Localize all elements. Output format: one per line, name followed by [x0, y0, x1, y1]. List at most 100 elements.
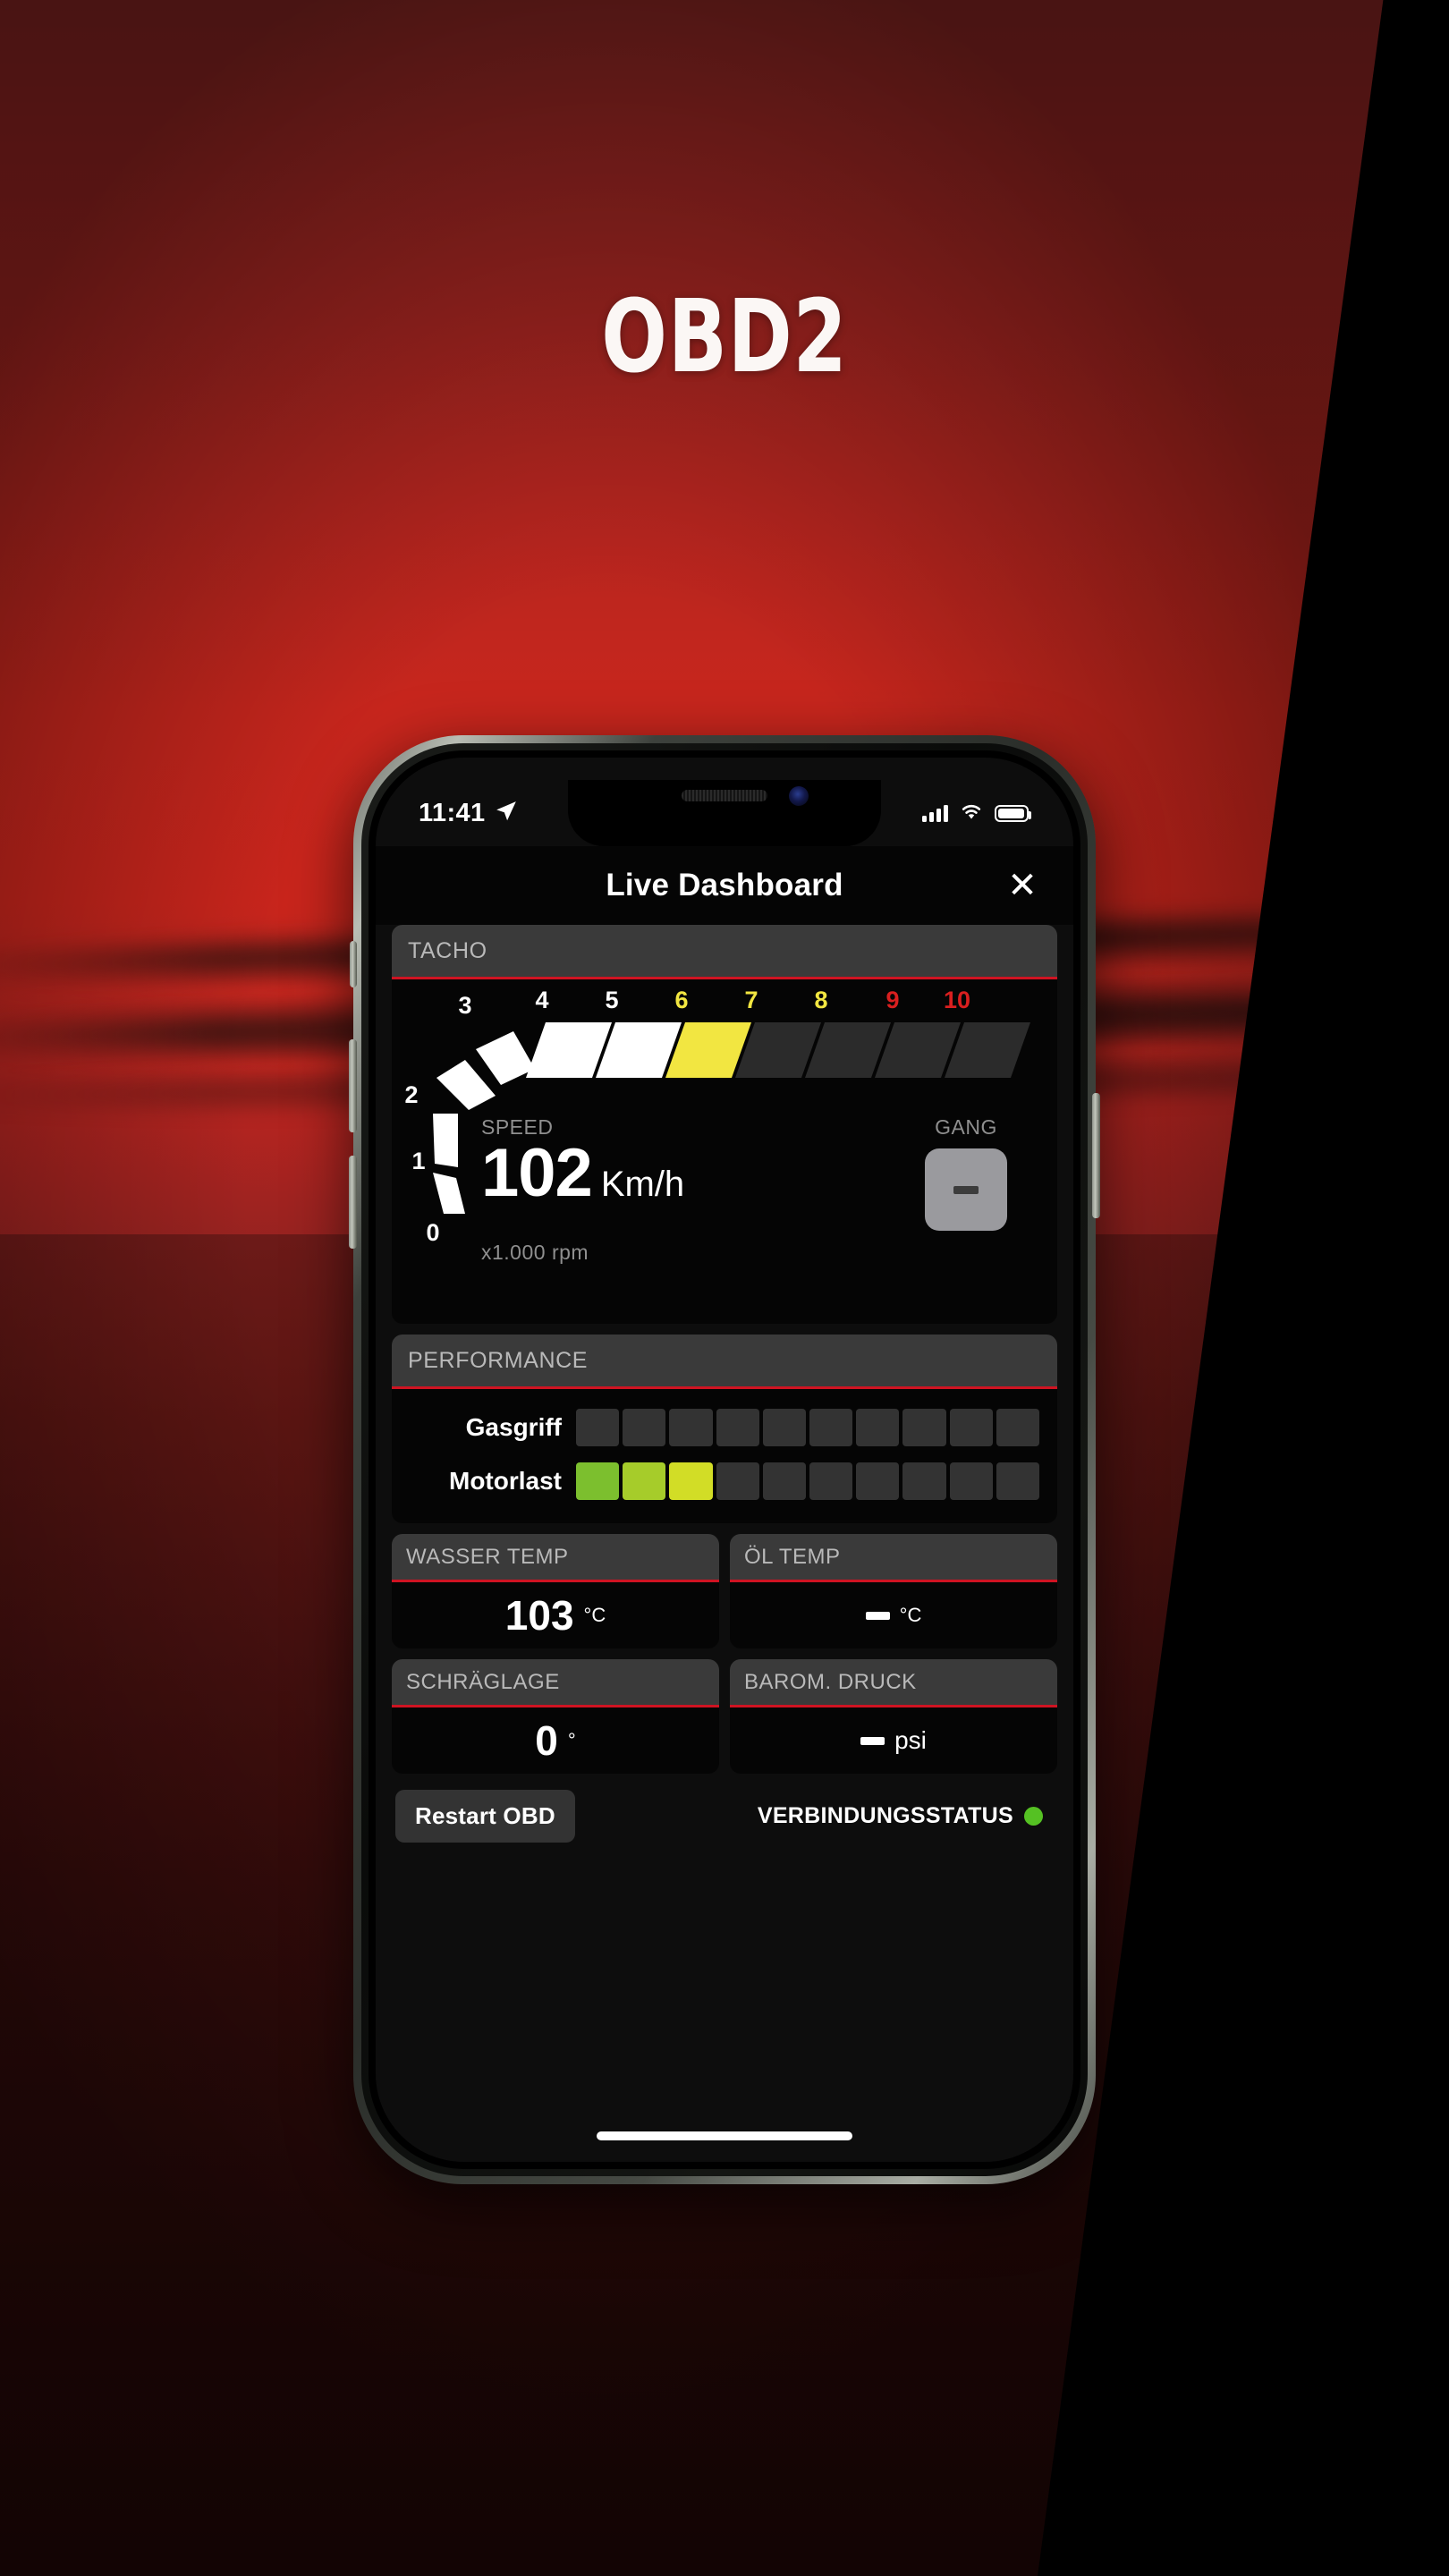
metric-value: 0	[535, 1717, 558, 1764]
segment	[623, 1409, 666, 1446]
home-indicator[interactable]	[597, 2131, 852, 2140]
segment	[902, 1409, 946, 1446]
tacho-scale-label: 10	[944, 987, 970, 1013]
volume-down-button[interactable]	[349, 1156, 357, 1249]
gear-readout: GANG	[925, 1115, 1007, 1231]
location-arrow-icon	[495, 800, 518, 827]
tacho-scale-label: 4	[535, 987, 548, 1013]
segment	[856, 1409, 900, 1446]
front-camera	[789, 786, 809, 806]
tacho-segment	[433, 1114, 458, 1167]
tacho-scale-label: 0	[426, 1219, 439, 1246]
volume-up-button[interactable]	[349, 1039, 357, 1132]
metrics-row-1: WASSER TEMP 103 °C ÖL TEMP °C	[392, 1534, 1057, 1648]
metric-unit: psi	[894, 1726, 927, 1754]
segment	[762, 1409, 807, 1446]
gasgriff-segments	[576, 1409, 1040, 1446]
segment	[716, 1462, 759, 1500]
performance-row: Motorlast	[410, 1462, 1040, 1500]
hero-title: OBD2	[601, 279, 848, 395]
rpm-unit-label: x1.000 rpm	[481, 1241, 589, 1264]
gear-value-box	[925, 1148, 1007, 1231]
segment	[576, 1462, 620, 1500]
metric-title: ÖL TEMP	[730, 1534, 1057, 1582]
tacho-segment	[476, 1031, 535, 1085]
segment	[576, 1409, 620, 1446]
speed-value: 102	[481, 1135, 593, 1211]
motorlast-segments	[576, 1462, 1040, 1500]
speed-unit: Km/h	[600, 1165, 685, 1204]
tacho-scale-label: 5	[605, 987, 618, 1013]
tacho-scale-label: 9	[886, 987, 899, 1013]
connection-status: VERBINDUNGSSTATUS	[758, 1803, 1054, 1829]
earpiece-speaker	[682, 790, 767, 801]
metric-unit: °C	[899, 1604, 922, 1626]
metric-body: 103 °C	[392, 1582, 719, 1648]
status-bar-time: 11:41	[419, 798, 486, 827]
page-title: Live Dashboard	[606, 868, 843, 902]
performance-row: Gasgriff	[410, 1409, 1040, 1446]
metrics-row-2: SCHRÄGLAGE 0 ° BAROM. DRUCK psi	[392, 1659, 1057, 1774]
mute-switch[interactable]	[350, 941, 357, 987]
connection-status-label: VERBINDUNGSSTATUS	[757, 1803, 1013, 1828]
segment	[716, 1409, 759, 1446]
metric-body: °C	[730, 1582, 1057, 1648]
segment	[623, 1462, 666, 1500]
gasgriff-label: Gasgriff	[465, 1413, 562, 1441]
segment	[762, 1462, 807, 1500]
metric-card-schraeglage: SCHRÄGLAGE 0 °	[392, 1659, 719, 1774]
power-button[interactable]	[1092, 1093, 1100, 1218]
tacho-scale-label: 8	[814, 987, 827, 1013]
app-root: Live Dashboard ✕ TACHO 0 1 2 3 4 5 6 7 8 9 10 SPEE…	[376, 846, 1073, 2162]
metric-body: 0 °	[392, 1707, 719, 1774]
performance-card-title: PERFORMANCE	[392, 1335, 1057, 1389]
segment	[809, 1462, 853, 1500]
phone-mockup: 11:41 Live Dashboard ✕ TACHO 0 1 2 3 4 5…	[349, 735, 1100, 2184]
tacho-scale-label: 6	[674, 987, 688, 1013]
metric-title: SCHRÄGLAGE	[392, 1659, 719, 1707]
status-bar-right	[922, 802, 1031, 825]
metric-title: BAROM. DRUCK	[730, 1659, 1057, 1707]
motorlast-label: Motorlast	[449, 1467, 562, 1495]
performance-card: PERFORMANCE Gasgriff Motorlast	[392, 1335, 1057, 1523]
segment	[949, 1462, 993, 1500]
segment	[902, 1462, 946, 1500]
metric-value-dash-icon	[865, 1611, 890, 1620]
tacho-segment	[436, 1060, 496, 1110]
close-icon[interactable]: ✕	[1002, 865, 1043, 906]
segment	[669, 1462, 713, 1500]
restart-obd-button[interactable]: Restart OBD	[395, 1790, 575, 1843]
tacho-scale-label: 1	[411, 1148, 425, 1174]
segment	[669, 1409, 713, 1446]
speed-readout: SPEED 102 Km/h	[481, 1115, 685, 1211]
status-bar-left: 11:41	[419, 799, 518, 828]
status-dot-icon	[1024, 1807, 1043, 1826]
segment	[996, 1409, 1040, 1446]
metric-title: WASSER TEMP	[392, 1534, 719, 1582]
tacho-scale-label: 7	[744, 987, 758, 1013]
tacho-segment	[433, 1173, 465, 1214]
battery-icon	[995, 804, 1031, 822]
segment	[856, 1462, 900, 1500]
metric-unit: °C	[583, 1604, 606, 1626]
dashboard-footer: Restart OBD VERBINDUNGSSTATUS	[392, 1784, 1057, 1843]
metric-unit: °	[567, 1729, 576, 1751]
segment	[809, 1409, 853, 1446]
tacho-scale-label: 2	[404, 1081, 418, 1108]
cellular-bars-icon	[922, 804, 948, 822]
metric-card-oel-temp: ÖL TEMP °C	[730, 1534, 1057, 1648]
segment	[996, 1462, 1040, 1500]
tacho-scale-label: 3	[458, 992, 471, 1019]
tacho-card: TACHO 0 1 2 3 4 5 6 7 8 9 10 SPEED 102 Km/h x1.000…	[392, 925, 1057, 1324]
metric-value: 103	[504, 1592, 574, 1639]
gear-dash-icon	[953, 1185, 979, 1194]
app-header: Live Dashboard ✕	[376, 846, 1073, 925]
performance-bars: Gasgriff Motorlast	[392, 1389, 1057, 1523]
tacho-gauge: 0 1 2 3 4 5 6 7 8 9 10 SPEED 102 Km/h x1.000 rpm G…	[392, 979, 1057, 1324]
metric-card-wasser-temp: WASSER TEMP 103 °C	[392, 1534, 719, 1648]
dashboard-content: TACHO 0 1 2 3 4 5 6 7 8 9 10 SPEED 102 Km/h x1.000…	[376, 925, 1073, 1843]
metric-card-barom-druck: BAROM. DRUCK psi	[730, 1659, 1057, 1774]
gear-label: GANG	[935, 1115, 997, 1139]
metric-body: psi	[730, 1707, 1057, 1774]
metric-value-dash-icon	[860, 1736, 886, 1745]
